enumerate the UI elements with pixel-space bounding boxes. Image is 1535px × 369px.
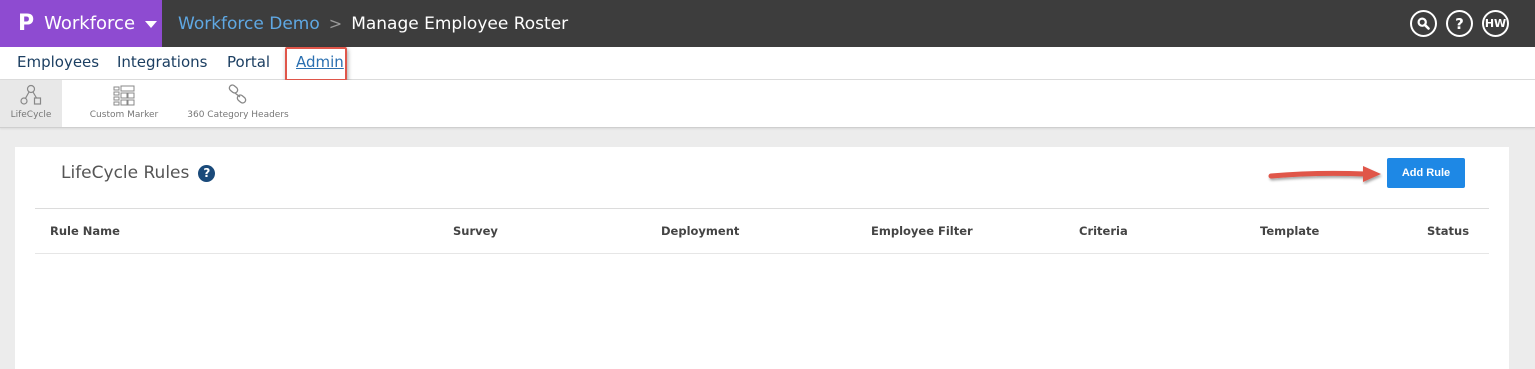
subnav-360-category-headers[interactable]: 360 Category Headers (184, 80, 292, 127)
search-icon[interactable] (1410, 10, 1437, 37)
user-avatar[interactable]: HW (1482, 10, 1509, 37)
breadcrumb-parent[interactable]: Workforce Demo (178, 14, 320, 34)
brand-name: Workforce (44, 13, 136, 34)
lifecycle-icon (20, 84, 42, 105)
nav-admin[interactable]: Admin (296, 53, 344, 71)
column-header[interactable]: Status (1427, 224, 1469, 238)
subnav-custom-marker[interactable]: Custom Marker (86, 80, 162, 127)
custom-marker-icon (113, 85, 135, 106)
column-header[interactable]: Rule Name (50, 224, 120, 238)
nav-portal[interactable]: Portal (227, 53, 270, 71)
subnav-label: Custom Marker (89, 110, 159, 120)
nav-employees[interactable]: Employees (17, 53, 99, 71)
caret-down-icon (145, 21, 158, 28)
nav-integrations[interactable]: Integrations (117, 53, 207, 71)
product-switcher[interactable]: P Workforce (0, 0, 162, 47)
subnav-label: LifeCycle (10, 110, 52, 120)
column-header[interactable]: Criteria (1079, 224, 1128, 238)
link-icon (228, 84, 247, 104)
breadcrumb: Workforce Demo > Manage Employee Roster (162, 14, 568, 34)
column-header[interactable]: Survey (453, 224, 498, 238)
subnav-label: 360 Category Headers (187, 110, 289, 120)
subnav-lifecycle[interactable]: LifeCycle (0, 80, 62, 127)
breadcrumb-separator: > (328, 14, 343, 33)
column-header[interactable]: Deployment (661, 224, 739, 238)
page-title: Manage Employee Roster (351, 13, 569, 34)
column-header[interactable]: Template (1260, 224, 1319, 238)
help-icon: ? (1455, 14, 1464, 33)
help-button[interactable]: ? (1446, 10, 1473, 37)
add-rule-button[interactable]: Add Rule (1387, 158, 1465, 188)
callout-arrow-icon (1268, 166, 1381, 182)
question-circle-icon[interactable]: ? (198, 164, 216, 182)
section-header: LifeCycle Rules ? (61, 163, 216, 183)
top-actions: ? HW (1410, 10, 1509, 37)
main-nav: Employees Integrations Portal Admin (0, 47, 1535, 81)
admin-subnav: LifeCycle Custom Marker 360 Category Hea… (0, 80, 1535, 128)
brand-logo: P (18, 11, 35, 36)
user-initials: HW (1484, 17, 1507, 30)
top-bar: P Workforce Workforce Demo > Manage Empl… (0, 0, 1535, 47)
section-title: LifeCycle Rules (61, 163, 190, 183)
lifecycle-rules-card: LifeCycle Rules ? Add Rule Rule Name Sur… (15, 147, 1509, 369)
column-header[interactable]: Employee Filter (871, 224, 973, 238)
table-header: Rule Name Survey Deployment Employee Fil… (35, 208, 1489, 254)
